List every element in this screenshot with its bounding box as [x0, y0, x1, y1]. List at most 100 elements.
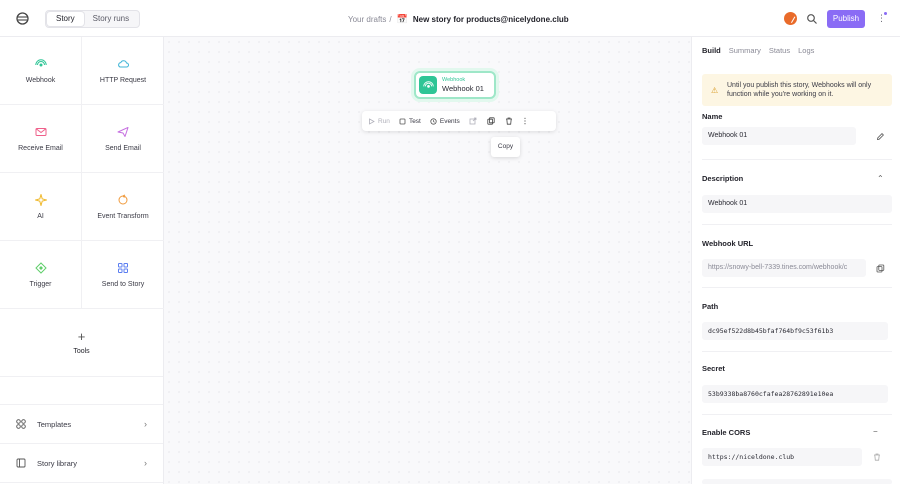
action-sidebar: Webhook HTTP Request Receive Email Send …: [0, 37, 164, 484]
tab-summary[interactable]: Summary: [729, 46, 761, 55]
node-text: Webhook Webhook 01: [442, 77, 484, 93]
action-tile-ai[interactable]: AI: [0, 173, 82, 241]
events-button[interactable]: Events: [430, 118, 460, 125]
tines-logo-icon[interactable]: [16, 12, 29, 25]
export-icon[interactable]: [469, 117, 477, 125]
top-bar: Story Story runs Your drafts / 📅 New sto…: [0, 0, 900, 37]
description-input[interactable]: Webhook 01: [702, 195, 892, 213]
action-tile-send-email[interactable]: Send Email: [82, 105, 164, 173]
tab-story-runs[interactable]: Story runs: [84, 12, 138, 26]
action-tile-http-request[interactable]: HTTP Request: [82, 37, 164, 105]
events-label: Events: [439, 117, 460, 125]
action-tile-label: Webhook: [25, 76, 56, 84]
description-label: Description: [702, 174, 744, 183]
trigger-icon: [34, 261, 47, 274]
divider: [702, 414, 892, 415]
library-icon: [16, 458, 26, 468]
cloud-icon: [118, 59, 129, 67]
webhook-url-label: Webhook URL: [702, 239, 754, 248]
test-label: Test: [408, 117, 421, 125]
copy-icon[interactable]: [487, 117, 495, 125]
view-switcher: Story Story runs: [45, 10, 141, 28]
test-icon: [399, 118, 406, 124]
node-toolbar: Run Test Events: [362, 111, 556, 131]
publish-button[interactable]: Publish: [827, 10, 865, 28]
action-tile-label: Receive Email: [18, 144, 63, 152]
node-name: Webhook 01: [442, 84, 484, 93]
mail-icon: [35, 127, 46, 136]
action-tile-label: Send Email: [105, 144, 141, 152]
webhook-icon: [34, 58, 47, 66]
divider: [702, 351, 892, 352]
trash-icon[interactable]: [505, 117, 513, 125]
panel-tabs: Build Summary Status Logs: [702, 46, 822, 55]
action-tile-label: Event Transform: [97, 212, 149, 220]
send-icon: [117, 126, 129, 137]
sidebar-item-label: Templates: [37, 419, 72, 429]
chevron-up-icon[interactable]: ⌃: [877, 174, 884, 183]
publish-warning: ⚠ Until you publish this story, Webhooks…: [702, 74, 892, 106]
edit-icon[interactable]: [876, 132, 885, 141]
tab-story[interactable]: Story: [47, 12, 84, 26]
divider: [702, 159, 892, 160]
sidebar-item-templates[interactable]: Templates ›: [0, 405, 163, 444]
breadcrumb: Your drafts / 📅 New story for products@n…: [348, 14, 569, 25]
name-label: Name: [702, 112, 723, 121]
play-icon: [369, 117, 375, 125]
tab-status[interactable]: Status: [769, 46, 790, 55]
more-vertical-icon[interactable]: [523, 117, 527, 125]
breadcrumb-drafts-link[interactable]: Your drafts: [348, 15, 386, 24]
collapse-minus-icon[interactable]: −: [873, 427, 878, 436]
copy-icon[interactable]: [876, 264, 885, 273]
sidebar-item-label: Story library: [37, 458, 78, 468]
clock-icon: [430, 117, 437, 125]
sidebar-links: Templates › Story library ›: [0, 404, 163, 483]
enable-cors-label: Enable CORS: [702, 428, 751, 437]
webhook-url-field[interactable]: https://snowy-bell-7339.tines.com/webhoo…: [702, 259, 866, 277]
notification-dot: [884, 12, 887, 15]
avatar[interactable]: [784, 12, 797, 25]
path-input[interactable]: dc95ef522d8b45bfaf764bf9c53f61b3: [702, 322, 888, 340]
story-canvas[interactable]: Webhook Webhook 01 Run Test Events Copy: [164, 37, 691, 484]
tab-build[interactable]: Build: [702, 46, 721, 55]
cors-origin-input[interactable]: https://niceldone.club: [702, 448, 862, 466]
story-emoji-icon[interactable]: 📅: [397, 14, 408, 25]
action-tile-trigger[interactable]: Trigger: [0, 241, 82, 309]
action-tile-receive-email[interactable]: Receive Email: [0, 105, 82, 173]
sidebar-item-story-library[interactable]: Story library ›: [0, 444, 163, 483]
name-input[interactable]: Webhook 01: [702, 127, 856, 145]
node-type: Webhook: [442, 77, 466, 83]
chevron-right-icon: ›: [144, 458, 147, 468]
sparkle-icon: [34, 193, 47, 206]
story-title[interactable]: New story for products@nicelydone.club: [413, 15, 569, 24]
search-icon[interactable]: [806, 13, 818, 25]
test-button[interactable]: Test: [399, 118, 421, 125]
action-tile-label: Trigger: [29, 280, 52, 288]
action-tile-label: AI: [37, 212, 44, 220]
divider: [702, 287, 892, 288]
run-button[interactable]: Run: [368, 118, 390, 125]
action-tile-webhook[interactable]: Webhook: [0, 37, 82, 105]
trash-icon[interactable]: [873, 453, 881, 461]
chevron-right-icon: ›: [144, 419, 147, 429]
action-tile-event-transform[interactable]: Event Transform: [82, 173, 164, 241]
copy-tooltip: Copy: [491, 137, 520, 157]
next-field-input[interactable]: [702, 479, 892, 484]
tab-logs[interactable]: Logs: [798, 46, 814, 55]
action-tile-send-to-story[interactable]: Send to Story: [82, 241, 164, 309]
tools-tile[interactable]: + Tools: [0, 309, 163, 377]
run-label: Run: [378, 117, 390, 125]
plus-icon: +: [77, 328, 86, 344]
secret-input[interactable]: 53b9338ba8760cfafea28762891e10ea: [702, 385, 888, 403]
action-grid: Webhook HTTP Request Receive Email Send …: [0, 37, 164, 309]
templates-icon: [16, 419, 26, 429]
secret-label: Secret: [702, 364, 725, 373]
path-label: Path: [702, 302, 719, 311]
action-node-webhook[interactable]: Webhook Webhook 01: [414, 71, 496, 99]
transform-icon: [118, 194, 128, 204]
warning-text: Until you publish this story, Webhooks w…: [727, 82, 872, 98]
action-config-panel: Build Summary Status Logs ⚠ Until you pu…: [691, 37, 900, 484]
warning-icon: ⚠: [711, 86, 719, 95]
webhook-icon: [419, 76, 437, 94]
action-tile-label: Send to Story: [101, 280, 145, 288]
